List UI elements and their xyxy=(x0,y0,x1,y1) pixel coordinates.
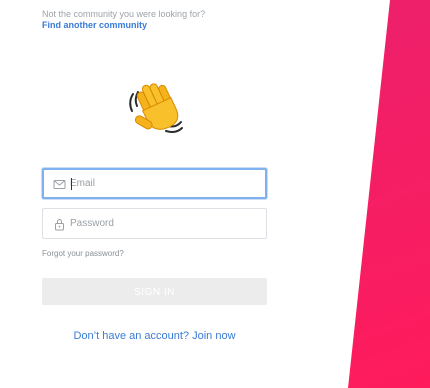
forgot-password-link[interactable]: Forgot your password? xyxy=(42,249,124,258)
password-field[interactable] xyxy=(42,208,267,239)
find-community-link[interactable]: Find another community xyxy=(42,20,147,30)
lock-icon xyxy=(53,218,66,231)
community-hint-text: Not the community you were looking for? xyxy=(42,9,206,19)
join-now-link[interactable]: Don’t have an account? Join now xyxy=(42,330,267,342)
email-field[interactable] xyxy=(42,168,267,199)
envelope-icon xyxy=(53,178,66,191)
sign-in-button[interactable]: SIGN IN xyxy=(42,278,267,305)
waving-hand-icon xyxy=(124,72,188,136)
email-input[interactable] xyxy=(70,170,259,197)
text-caret xyxy=(71,178,72,190)
password-input[interactable] xyxy=(70,209,260,238)
